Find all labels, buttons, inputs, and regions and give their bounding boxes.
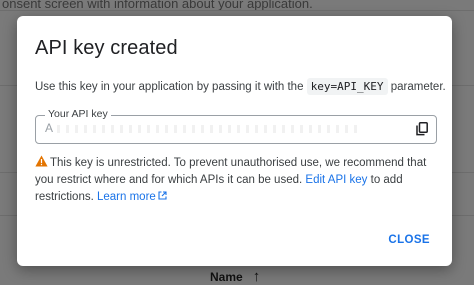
open-in-new-icon: [158, 191, 167, 200]
api-key-dialog: API key created Use this key in your app…: [17, 16, 452, 266]
api-key-prefix: A: [45, 121, 54, 135]
copy-icon[interactable]: [416, 122, 428, 136]
code-snippet: key=API_KEY: [306, 78, 388, 95]
table-header-label: Name: [210, 269, 243, 284]
description-text-end: parameter.: [390, 81, 446, 93]
api-key-value[interactable]: A: [45, 121, 385, 137]
dialog-description: Use this key in your application by pass…: [35, 78, 446, 95]
masked-key: [57, 124, 358, 133]
arrow-up-icon[interactable]: ↑: [253, 268, 261, 285]
warning-triangle-icon: [35, 155, 48, 167]
close-button[interactable]: CLOSE: [388, 234, 430, 246]
divider: [0, 10, 474, 11]
table-header-name[interactable]: Name ↑: [210, 268, 260, 285]
learn-more-link[interactable]: Learn more: [97, 191, 167, 203]
edit-api-key-link[interactable]: Edit API key: [305, 174, 367, 186]
warning-text: This key is unrestricted. To prevent una…: [35, 157, 427, 186]
learn-more-label: Learn more: [97, 191, 156, 203]
description-text: Use this key in your application by pass…: [35, 81, 304, 93]
dialog-title: API key created: [35, 37, 178, 59]
field-label: Your API key: [45, 108, 111, 120]
api-key-field[interactable]: Your API key A: [35, 108, 437, 144]
warning-message: This key is unrestricted. To prevent una…: [35, 155, 435, 206]
